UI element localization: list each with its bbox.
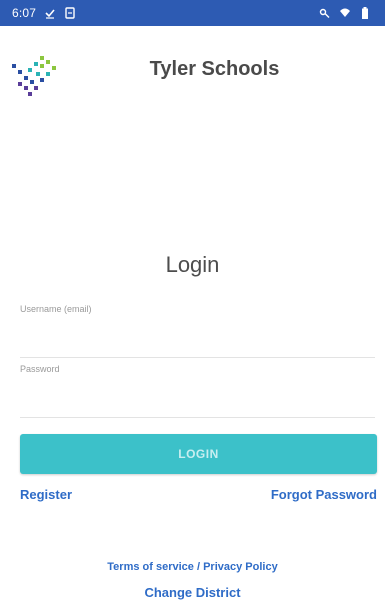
key-icon	[319, 7, 331, 19]
change-district-link[interactable]: Change District	[144, 585, 240, 600]
username-underline	[20, 357, 375, 358]
password-label: Password	[20, 364, 60, 374]
login-title: Login	[165, 252, 220, 277]
status-right	[319, 7, 371, 19]
password-field: Password	[20, 364, 375, 418]
battery-icon	[359, 7, 371, 19]
login-screen: 6:07 Tyler Schools Login Username (email…	[0, 0, 385, 603]
sim-icon	[64, 7, 76, 19]
footer-separator: /	[196, 561, 201, 573]
username-input[interactable]	[20, 318, 375, 346]
username-field: Username (email)	[20, 304, 375, 358]
check-icon	[44, 7, 56, 19]
password-input[interactable]	[20, 378, 375, 406]
privacy-policy-link[interactable]: Privacy Policy	[203, 561, 278, 573]
change-district: Change District	[0, 585, 385, 600]
status-bar: 6:07	[0, 0, 385, 26]
wifi-icon	[339, 7, 351, 19]
app-title: Tyler Schools	[149, 58, 280, 80]
login-button[interactable]: LOGIN	[20, 434, 377, 474]
forgot-password-link[interactable]: Forgot Password	[271, 487, 377, 502]
status-time: 6:07	[12, 6, 37, 20]
terms-of-service-link[interactable]: Terms of service	[107, 561, 194, 573]
register-link[interactable]: Register	[20, 487, 72, 502]
password-underline	[20, 417, 375, 418]
username-label: Username (email)	[20, 304, 92, 314]
app-header: Tyler Schools	[0, 40, 385, 100]
status-left: 6:07	[12, 6, 76, 20]
footer-links: Terms of service / Privacy Policy	[0, 561, 385, 573]
